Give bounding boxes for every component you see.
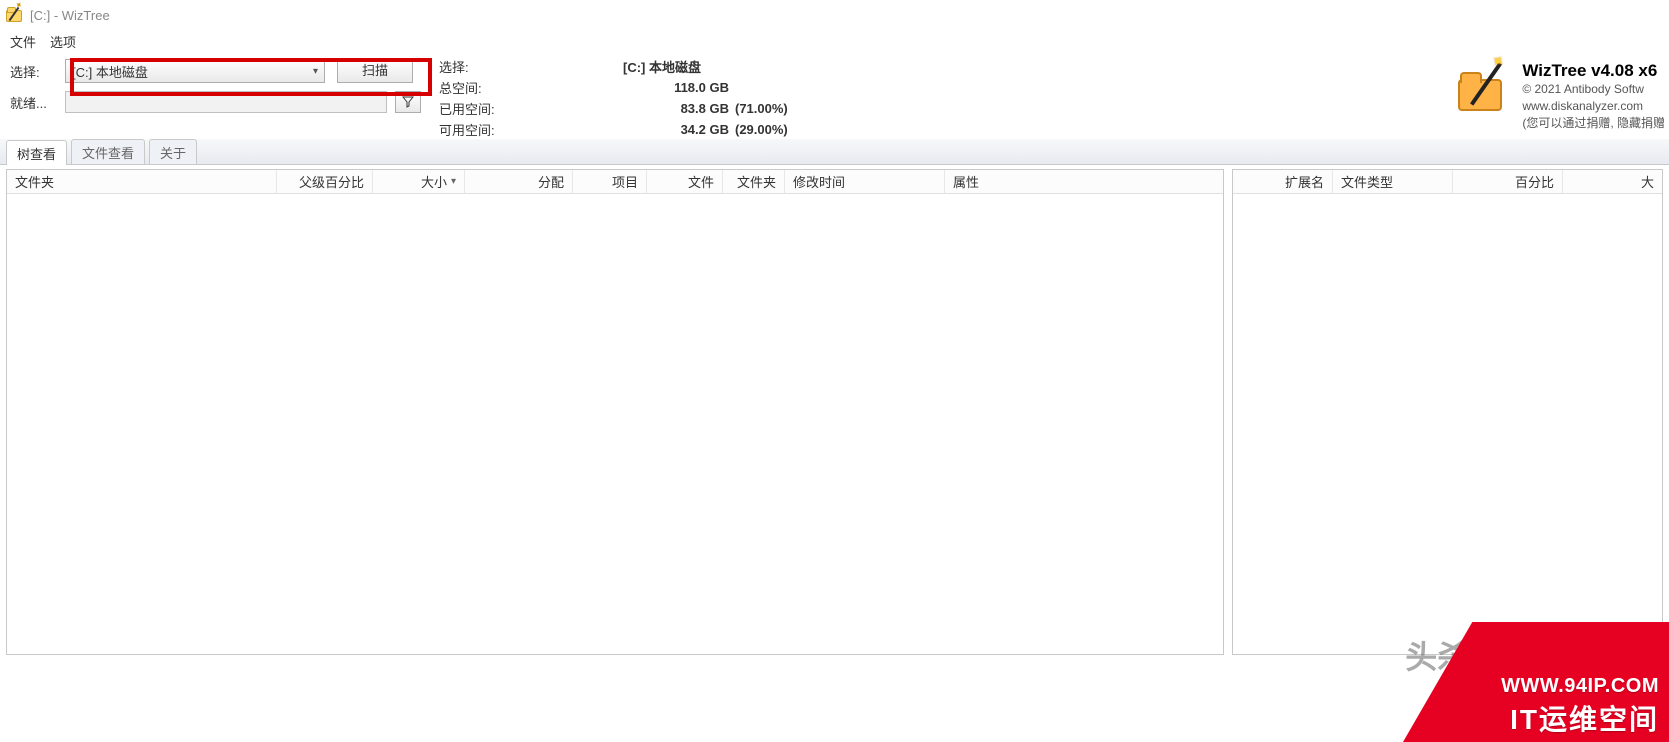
select-label: 选择: <box>10 62 65 81</box>
tabstrip: 树查看 文件查看 关于 <box>0 139 1669 165</box>
brand-copyright: © 2021 Antibody Softw <box>1522 81 1665 98</box>
brand-panel: WizTree v4.08 x6 © 2021 Antibody Softw w… <box>1456 57 1669 131</box>
disk-info-panel: 选择: [C:] 本地磁盘 总空间: 118.0 GB 已用空间: 83.8 G… <box>433 57 809 139</box>
tree-panel: 文件夹 父级百分比 大小 ▾ 分配 项目 文件 文件夹 修改时间 属性 <box>6 169 1224 655</box>
brand-donate: (您可以通过捐赠, 隐藏捐赠 <box>1522 115 1665 132</box>
col-files[interactable]: 文件 <box>647 170 723 193</box>
info-used-value: 83.8 GB <box>619 101 729 116</box>
tab-tree-view[interactable]: 树查看 <box>6 140 67 165</box>
col-attrs[interactable]: 属性 <box>945 170 1223 193</box>
sort-desc-icon: ▾ <box>451 176 456 187</box>
col-items[interactable]: 项目 <box>573 170 647 193</box>
drive-dropdown-value: [C:] 本地磁盘 <box>72 62 148 81</box>
info-total-label: 总空间: <box>439 78 619 97</box>
filter-button[interactable] <box>395 91 421 113</box>
info-free-value: 34.2 GB <box>619 122 729 137</box>
tree-columns-header: 文件夹 父级百分比 大小 ▾ 分配 项目 文件 文件夹 修改时间 属性 <box>7 170 1223 194</box>
tree-body-empty <box>7 194 1223 654</box>
col-alloc[interactable]: 分配 <box>465 170 573 193</box>
window-title: [C:] - WizTree <box>30 8 110 23</box>
col-size[interactable]: 大小 ▾ <box>373 170 465 193</box>
scan-button[interactable]: 扫描 <box>337 59 413 83</box>
content-area: 文件夹 父级百分比 大小 ▾ 分配 项目 文件 文件夹 修改时间 属性 扩展名 … <box>0 165 1669 655</box>
col-size2[interactable]: 大 <box>1563 170 1662 193</box>
brand-title: WizTree v4.08 x6 <box>1522 61 1665 81</box>
filter-icon <box>402 96 414 108</box>
brand-logo-icon <box>1456 61 1512 117</box>
col-ext[interactable]: 扩展名 <box>1233 170 1333 193</box>
col-filetype[interactable]: 文件类型 <box>1333 170 1453 193</box>
menu-file[interactable]: 文件 <box>10 32 36 51</box>
col-folder[interactable]: 文件夹 <box>7 170 277 193</box>
info-used-label: 已用空间: <box>439 99 619 118</box>
info-used-pct: (71.00%) <box>729 101 809 116</box>
menubar: 文件 选项 <box>0 30 1669 57</box>
brand-url[interactable]: www.diskanalyzer.com <box>1522 98 1665 115</box>
info-drive-value: [C:] 本地磁盘 <box>619 57 809 76</box>
menu-options[interactable]: 选项 <box>50 32 76 51</box>
info-total-value: 118.0 GB <box>619 80 729 95</box>
ready-label: 就绪... <box>10 93 65 112</box>
info-select-label: 选择: <box>439 57 619 76</box>
col-pct[interactable]: 百分比 <box>1453 170 1563 193</box>
col-modified[interactable]: 修改时间 <box>785 170 945 193</box>
tab-file-view[interactable]: 文件查看 <box>71 139 145 164</box>
info-free-label: 可用空间: <box>439 120 619 139</box>
col-parent-pct[interactable]: 父级百分比 <box>277 170 373 193</box>
tab-about[interactable]: 关于 <box>149 139 197 164</box>
info-free-pct: (29.00%) <box>729 122 809 137</box>
drive-dropdown[interactable]: [C:] 本地磁盘 ▾ <box>65 59 325 83</box>
titlebar: [C:] - WizTree <box>0 0 1669 30</box>
toolbar-area: 选择: [C:] 本地磁盘 ▾ 扫描 就绪... 选择: [C:] 本地磁盘 总… <box>0 57 1669 139</box>
col-folders[interactable]: 文件夹 <box>723 170 785 193</box>
app-icon <box>6 6 24 24</box>
ext-panel: 扩展名 文件类型 百分比 大 <box>1232 169 1663 655</box>
ext-columns-header: 扩展名 文件类型 百分比 大 <box>1233 170 1662 194</box>
left-toolbar: 选择: [C:] 本地磁盘 ▾ 扫描 就绪... <box>0 57 433 121</box>
ext-body-empty <box>1233 194 1662 654</box>
chevron-down-icon: ▾ <box>313 66 318 77</box>
status-field[interactable] <box>65 91 387 113</box>
